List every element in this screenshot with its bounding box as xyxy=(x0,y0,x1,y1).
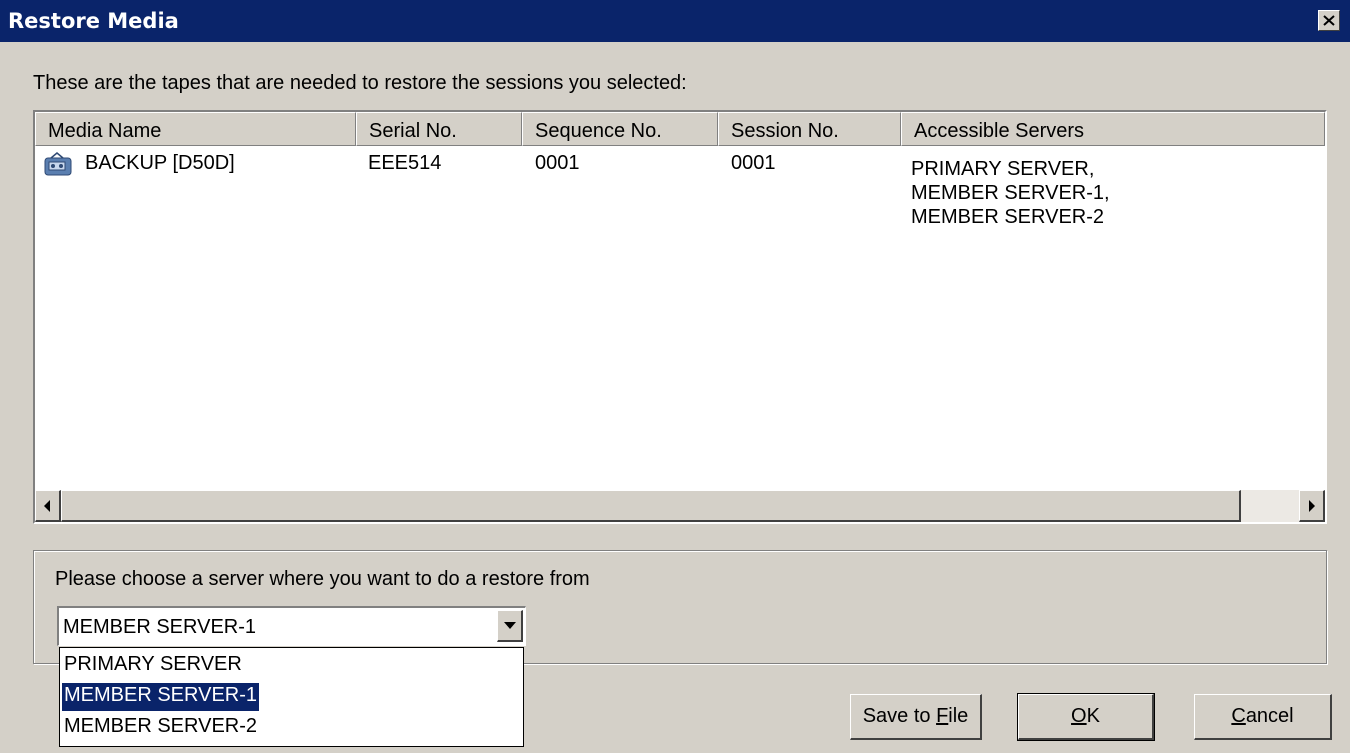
cancel-button[interactable]: Cancel xyxy=(1194,694,1332,740)
ok-suffix: K xyxy=(1086,705,1100,727)
server-dropdown-list[interactable]: PRIMARY SERVER MEMBER SERVER-1 MEMBER SE… xyxy=(59,647,524,747)
intro-text: These are the tapes that are needed to r… xyxy=(33,72,687,94)
window-title: Restore Media xyxy=(8,9,179,33)
save-suffix: ile xyxy=(948,705,969,727)
ok-button[interactable]: OK xyxy=(1017,693,1155,741)
save-accel: F xyxy=(936,705,949,727)
close-icon xyxy=(1323,15,1335,26)
column-header-accessible-servers[interactable]: Accessible Servers xyxy=(901,112,1325,146)
column-header-media-name[interactable]: Media Name xyxy=(35,112,356,146)
scroll-right-button[interactable] xyxy=(1299,490,1325,522)
list-header: Media Name Serial No. Sequence No. Sessi… xyxy=(35,112,1325,146)
media-list[interactable]: Media Name Serial No. Sequence No. Sessi… xyxy=(33,110,1327,524)
dropdown-option-primary-server[interactable]: PRIMARY SERVER xyxy=(62,652,244,680)
server-choice-label: Please choose a server where you want to… xyxy=(55,568,590,590)
server-select[interactable]: MEMBER SERVER-1 xyxy=(57,606,526,646)
cell-serial-no: EEE514 xyxy=(368,152,442,174)
accessible-server: MEMBER SERVER-2 xyxy=(911,206,1105,228)
cell-session-no: 0001 xyxy=(731,152,776,174)
title-bar[interactable]: Restore Media xyxy=(0,0,1350,42)
ok-accel: O xyxy=(1071,705,1087,727)
server-select-value: MEMBER SERVER-1 xyxy=(63,616,257,638)
cell-accessible-servers: PRIMARY SERVER, MEMBER SERVER-1, MEMBER … xyxy=(911,157,1110,229)
accessible-server: MEMBER SERVER-1, xyxy=(911,182,1110,204)
column-header-session-no[interactable]: Session No. xyxy=(718,112,901,146)
chevron-down-icon xyxy=(504,622,516,629)
arrow-right-icon xyxy=(1309,500,1315,512)
close-button[interactable] xyxy=(1318,10,1340,31)
cell-sequence-no: 0001 xyxy=(535,152,580,174)
horizontal-scrollbar[interactable] xyxy=(35,490,1325,522)
save-prefix: Save to xyxy=(862,705,937,727)
dropdown-option-member-server-1[interactable]: MEMBER SERVER-1 xyxy=(60,682,261,712)
accessible-server: PRIMARY SERVER, xyxy=(911,158,1095,180)
column-header-sequence-no[interactable]: Sequence No. xyxy=(522,112,718,146)
save-to-file-button[interactable]: Save to File xyxy=(850,694,982,740)
tape-media-icon xyxy=(44,152,72,176)
column-header-serial-no[interactable]: Serial No. xyxy=(356,112,522,146)
scroll-thumb[interactable] xyxy=(61,490,1241,522)
scroll-left-button[interactable] xyxy=(35,490,61,522)
dropdown-button[interactable] xyxy=(497,610,523,642)
cancel-suffix: ancel xyxy=(1245,705,1294,727)
dropdown-option-member-server-2[interactable]: MEMBER SERVER-2 xyxy=(62,714,259,742)
arrow-left-icon xyxy=(44,500,50,512)
cell-media-name: BACKUP [D50D] xyxy=(85,152,235,174)
cancel-accel: C xyxy=(1231,705,1246,727)
